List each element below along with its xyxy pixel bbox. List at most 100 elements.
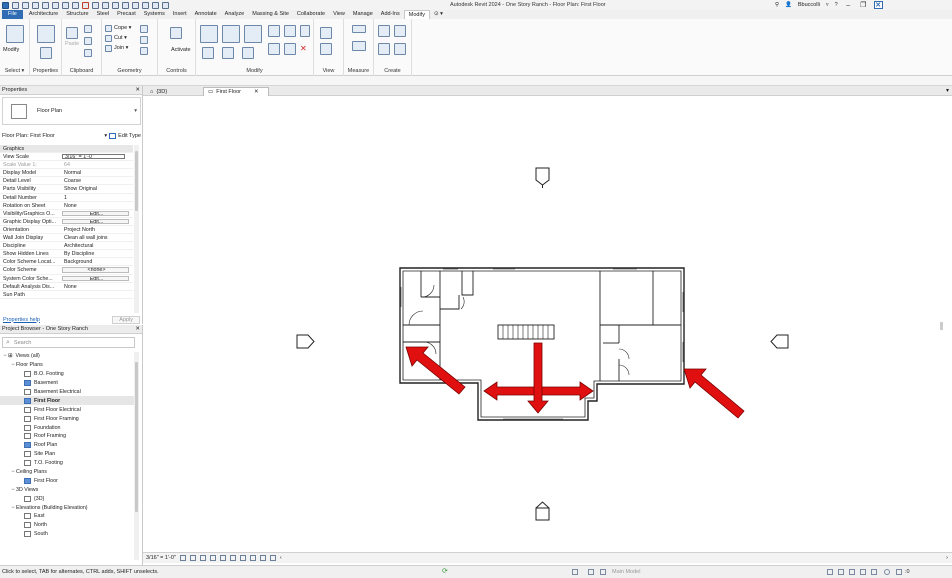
home-icon[interactable] (12, 1, 19, 9)
tab-modify[interactable]: Modify (403, 10, 430, 19)
rotate-element-icon[interactable] (222, 47, 234, 59)
tab-precast[interactable]: Precast (113, 10, 140, 19)
browser-tree-item[interactable]: First Floor Electrical (0, 405, 136, 414)
measure-icon[interactable] (82, 1, 89, 9)
instance-filter-label[interactable]: Floor Plan: First Floor (2, 133, 55, 139)
tab-massing-site[interactable]: Massing & Site (248, 10, 293, 19)
section-icon[interactable] (132, 1, 139, 9)
tab-architecture[interactable]: Architecture (25, 10, 62, 19)
property-value-button[interactable]: <none> (62, 267, 129, 273)
west-elevation-marker-icon[interactable] (296, 334, 315, 349)
browser-scrollbar[interactable] (134, 352, 139, 560)
measure-tool-icon[interactable] (352, 25, 366, 33)
tab-view[interactable]: View (329, 10, 349, 19)
property-value[interactable]: None (62, 283, 133, 290)
active-model[interactable]: Main Model (612, 569, 640, 575)
property-value[interactable]: Coarse (62, 177, 133, 184)
analytical-model-icon[interactable] (269, 555, 276, 561)
tab-insert[interactable]: Insert (169, 10, 191, 19)
property-value-button[interactable]: Edit... (62, 210, 129, 216)
binoculars-icon[interactable]: ⚲ (775, 2, 779, 8)
sync-icon[interactable] (42, 1, 49, 9)
browser-tree-item[interactable]: Foundation (0, 423, 136, 432)
tag-icon[interactable] (102, 1, 109, 9)
dimension-icon[interactable] (92, 1, 99, 9)
property-value[interactable]: Show Original (62, 185, 133, 192)
split-face-icon[interactable] (140, 36, 148, 44)
join-icon[interactable] (105, 45, 112, 52)
detail-level-icon[interactable] (179, 555, 186, 561)
select-by-face-icon[interactable] (860, 569, 866, 575)
browser-search-input[interactable]: ⌕ Search (2, 337, 135, 348)
properties-section-header[interactable]: Graphics (0, 145, 133, 154)
move-element-icon[interactable] (202, 47, 214, 59)
hide-element-icon[interactable] (320, 27, 332, 39)
tab-structure[interactable]: Structure (62, 10, 92, 19)
property-value-button[interactable]: 3/16" = 1'-0" (62, 154, 125, 160)
cut-geometry-icon[interactable] (105, 35, 112, 42)
create-assembly-icon[interactable] (378, 25, 390, 37)
drag-elements-icon[interactable] (871, 569, 877, 575)
browser-tree-item[interactable]: North (0, 521, 136, 530)
undo-icon[interactable] (52, 1, 59, 9)
sun-path-icon[interactable] (199, 555, 206, 561)
properties-icon[interactable] (37, 25, 55, 43)
property-value[interactable]: None (62, 202, 133, 209)
match-type-icon[interactable] (84, 49, 92, 57)
browser-tree-item[interactable]: {3D} (0, 494, 136, 503)
browser-tree-item[interactable]: − Elevations (Building Elevation) (0, 503, 136, 512)
browser-close-icon[interactable]: ✕ (135, 326, 140, 332)
view-scale[interactable]: 3/16" = 1'-0" (146, 555, 176, 561)
properties-help-link[interactable]: Properties help (3, 317, 40, 323)
south-elevation-marker-icon[interactable] (535, 501, 550, 521)
property-value[interactable]: Normal (62, 169, 133, 176)
close-icon[interactable]: ✕ (873, 1, 883, 9)
tab-add-ins[interactable]: Add-Ins (377, 10, 404, 19)
switch-windows-icon[interactable] (152, 1, 159, 9)
activate-label[interactable]: Activate (171, 47, 191, 53)
save-icon[interactable] (32, 1, 39, 9)
wall-joins-icon[interactable] (140, 25, 148, 33)
array-icon[interactable] (268, 43, 280, 55)
canvas-scroll-indicator[interactable] (940, 322, 943, 330)
property-value[interactable]: 64 (62, 161, 133, 168)
crop-view-icon[interactable] (219, 555, 226, 561)
print-icon[interactable] (72, 1, 79, 9)
override-graphics-icon[interactable] (320, 43, 332, 55)
browser-tree-item[interactable]: B.O. Footing (0, 370, 136, 379)
properties-close-icon[interactable]: ✕ (135, 87, 140, 93)
property-value-button[interactable]: Edit... (62, 275, 129, 281)
worksets-icon[interactable] (572, 569, 578, 575)
type-properties-icon[interactable] (40, 47, 52, 59)
scroll-right-icon[interactable]: › (946, 555, 948, 561)
paste-icon[interactable] (66, 27, 78, 39)
open-icon[interactable] (22, 1, 29, 9)
sync-status-icon[interactable]: ⟳ (442, 567, 448, 575)
restore-icon[interactable]: ❐ (859, 1, 868, 9)
cut-geometry-label[interactable]: Cut ▾ (114, 35, 127, 41)
contextual-tab-dropdown[interactable]: ⊙ ▾ (430, 10, 447, 19)
scroll-left-icon[interactable]: ‹ (280, 555, 282, 561)
browser-tree-item[interactable]: First Floor (0, 476, 136, 485)
tab-analyze[interactable]: Analyze (221, 10, 249, 19)
property-value[interactable]: 1 (62, 194, 133, 201)
property-value-button[interactable]: Edit... (62, 218, 129, 224)
filter-icon[interactable] (896, 569, 902, 575)
paint-icon[interactable] (140, 47, 148, 55)
modify-button-label[interactable]: Modify (3, 47, 19, 53)
create-similar-icon[interactable] (394, 43, 406, 55)
tab-file[interactable]: File (2, 10, 23, 19)
north-elevation-marker-icon[interactable] (535, 167, 550, 188)
offset-icon[interactable] (222, 25, 240, 43)
tab-manage[interactable]: Manage (349, 10, 377, 19)
delete-icon[interactable]: ✕ (300, 44, 307, 53)
design-options-icon[interactable] (588, 569, 594, 575)
tab-steel[interactable]: Steel (93, 10, 114, 19)
cart-icon[interactable]: ▿ (826, 2, 829, 8)
tab-systems[interactable]: Systems (140, 10, 169, 19)
cope-label[interactable]: Cope ▾ (114, 25, 131, 31)
create-group-icon[interactable] (378, 43, 390, 55)
copy-element-icon[interactable] (284, 25, 296, 37)
instance-filter[interactable]: Floor Plan: First Floor ▾ Edit Type (2, 131, 141, 141)
tab-first-floor[interactable]: ▭ First Floor ✕ (203, 87, 269, 96)
